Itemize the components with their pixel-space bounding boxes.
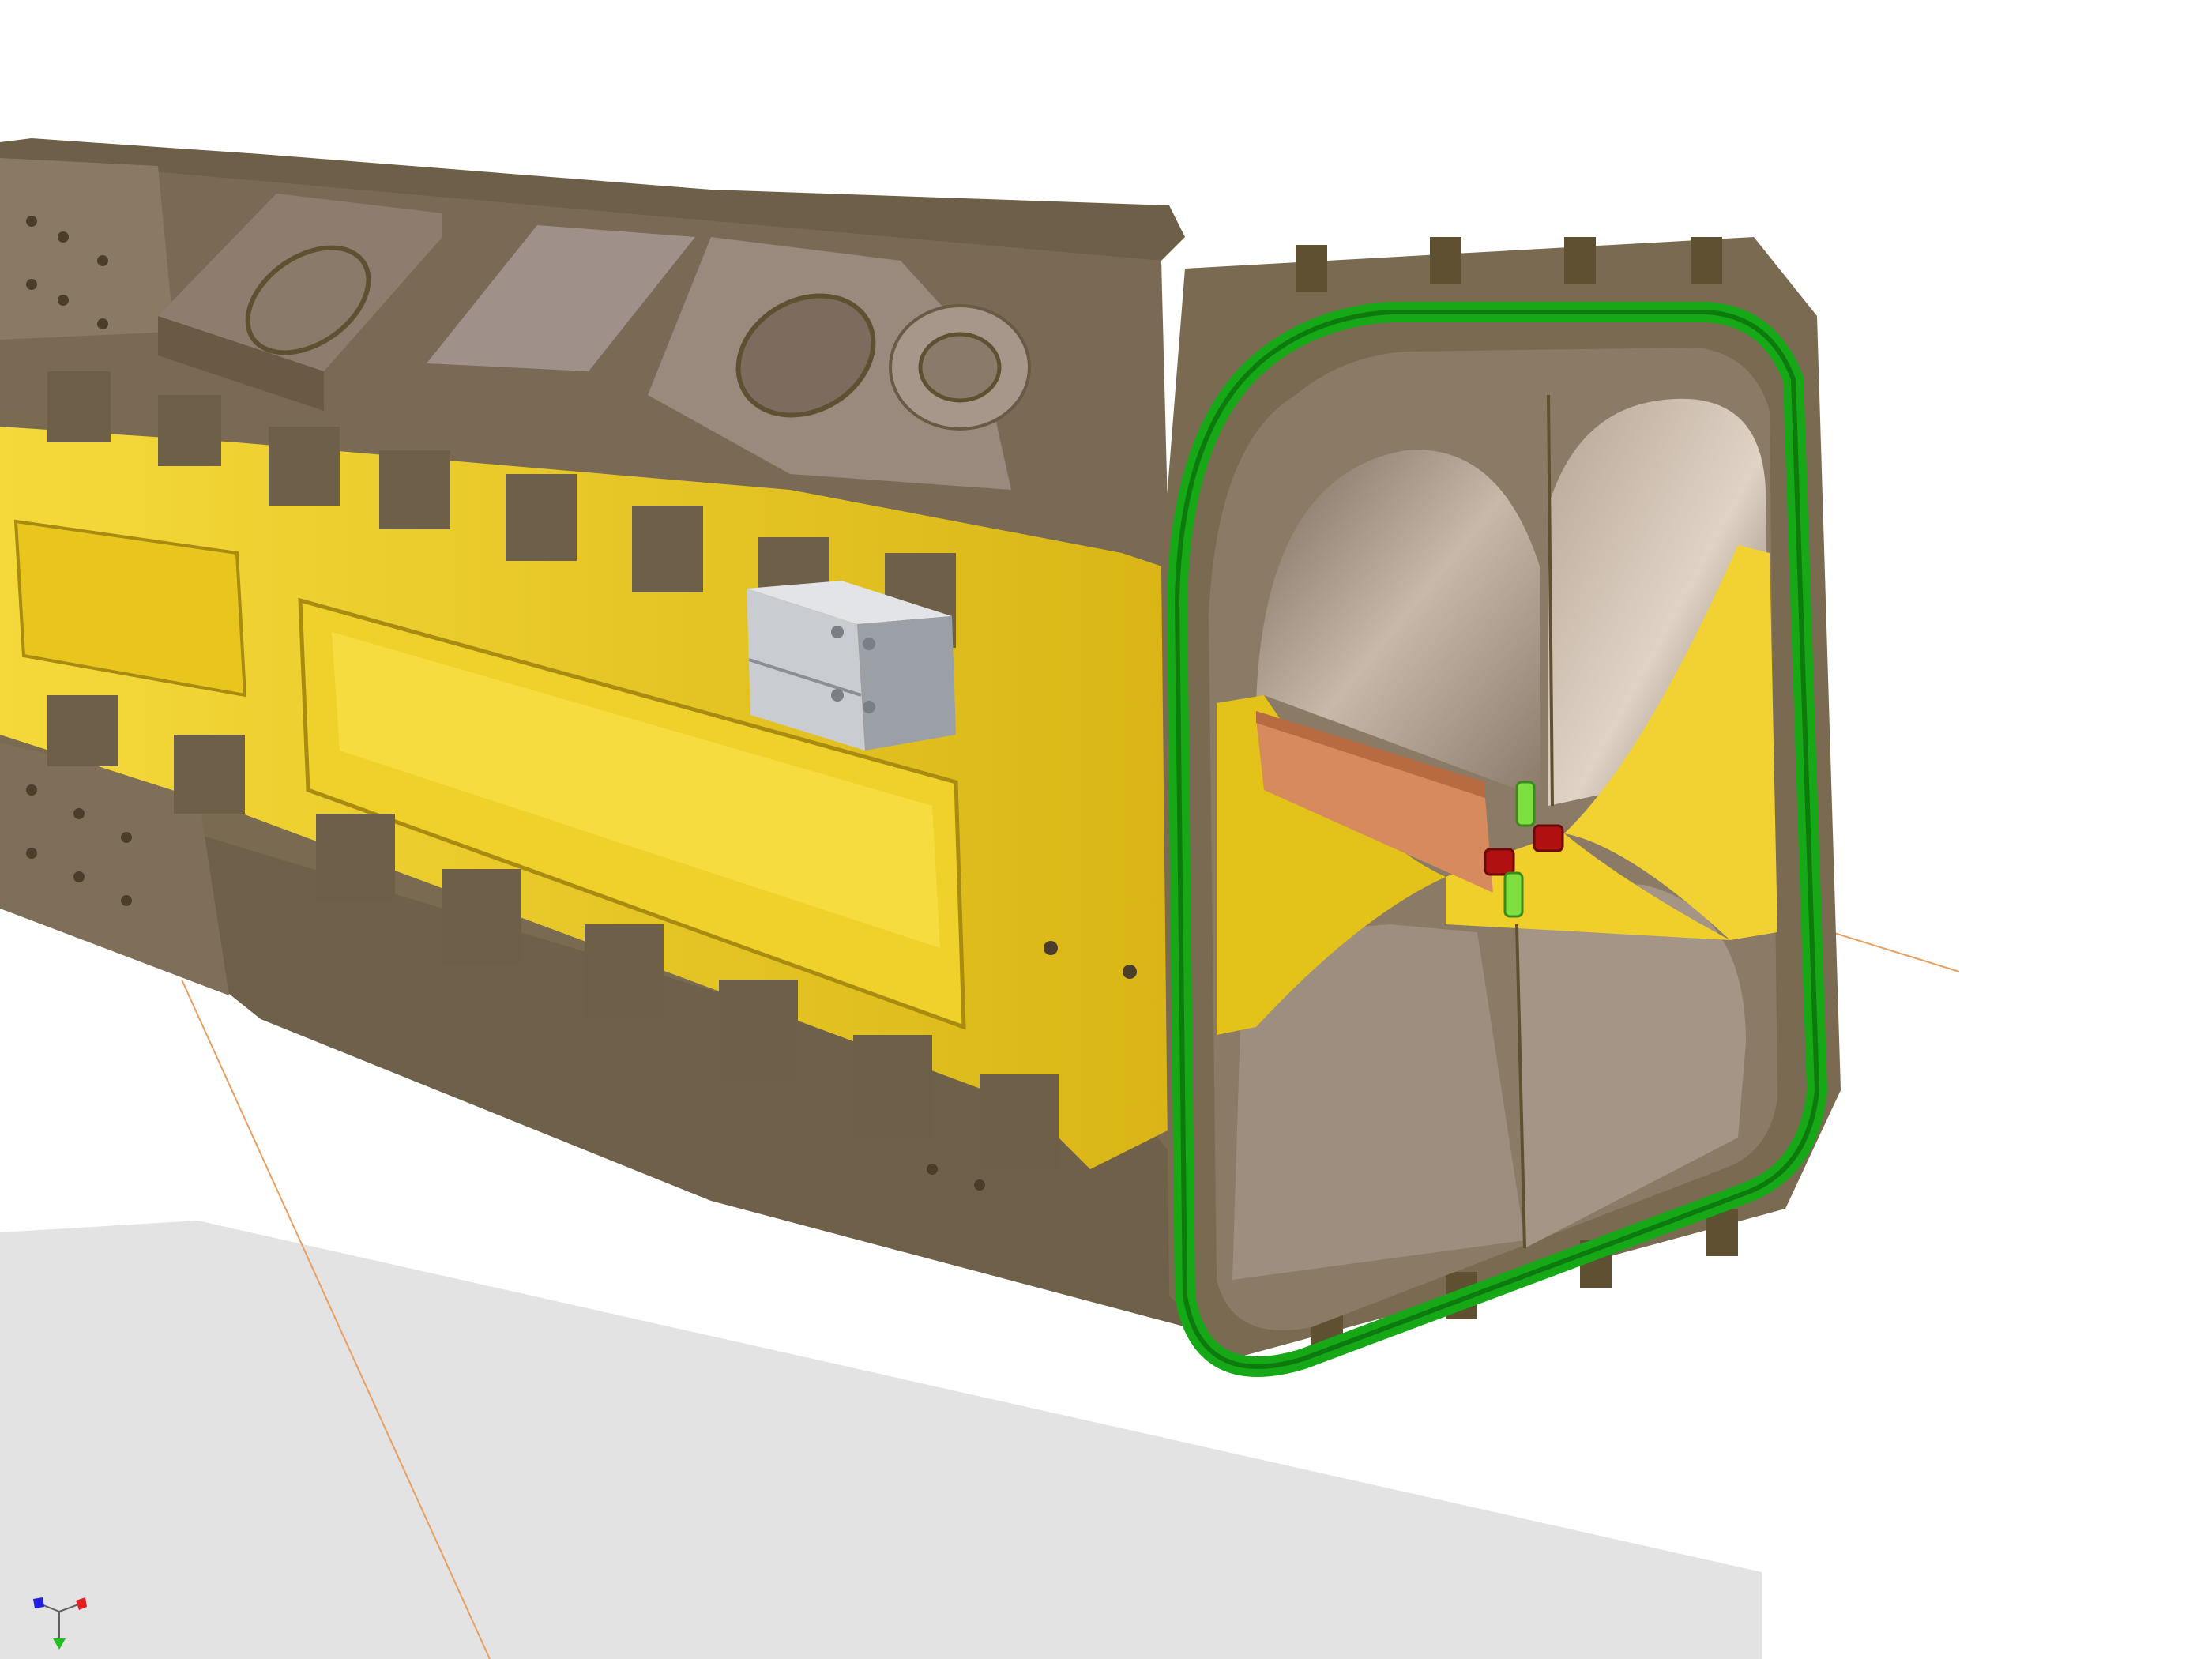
left-end-block xyxy=(0,158,174,340)
red-beam-pipe-left xyxy=(1484,848,1515,876)
green-tab-lower xyxy=(1503,871,1524,918)
axis-y-marker xyxy=(53,1638,66,1650)
green-tab-upper xyxy=(1515,781,1536,827)
xyz-axis-triad-icon[interactable] xyxy=(24,1572,95,1651)
axis-x-marker xyxy=(76,1597,87,1610)
axis-z-marker xyxy=(33,1597,44,1608)
gray-alignment-block-side xyxy=(857,616,956,750)
red-beam-pipe-right xyxy=(1533,824,1564,852)
cad-viewport[interactable] xyxy=(0,0,2212,1659)
cad-model-render[interactable] xyxy=(0,0,2212,1659)
port-3-bore xyxy=(918,332,1002,403)
